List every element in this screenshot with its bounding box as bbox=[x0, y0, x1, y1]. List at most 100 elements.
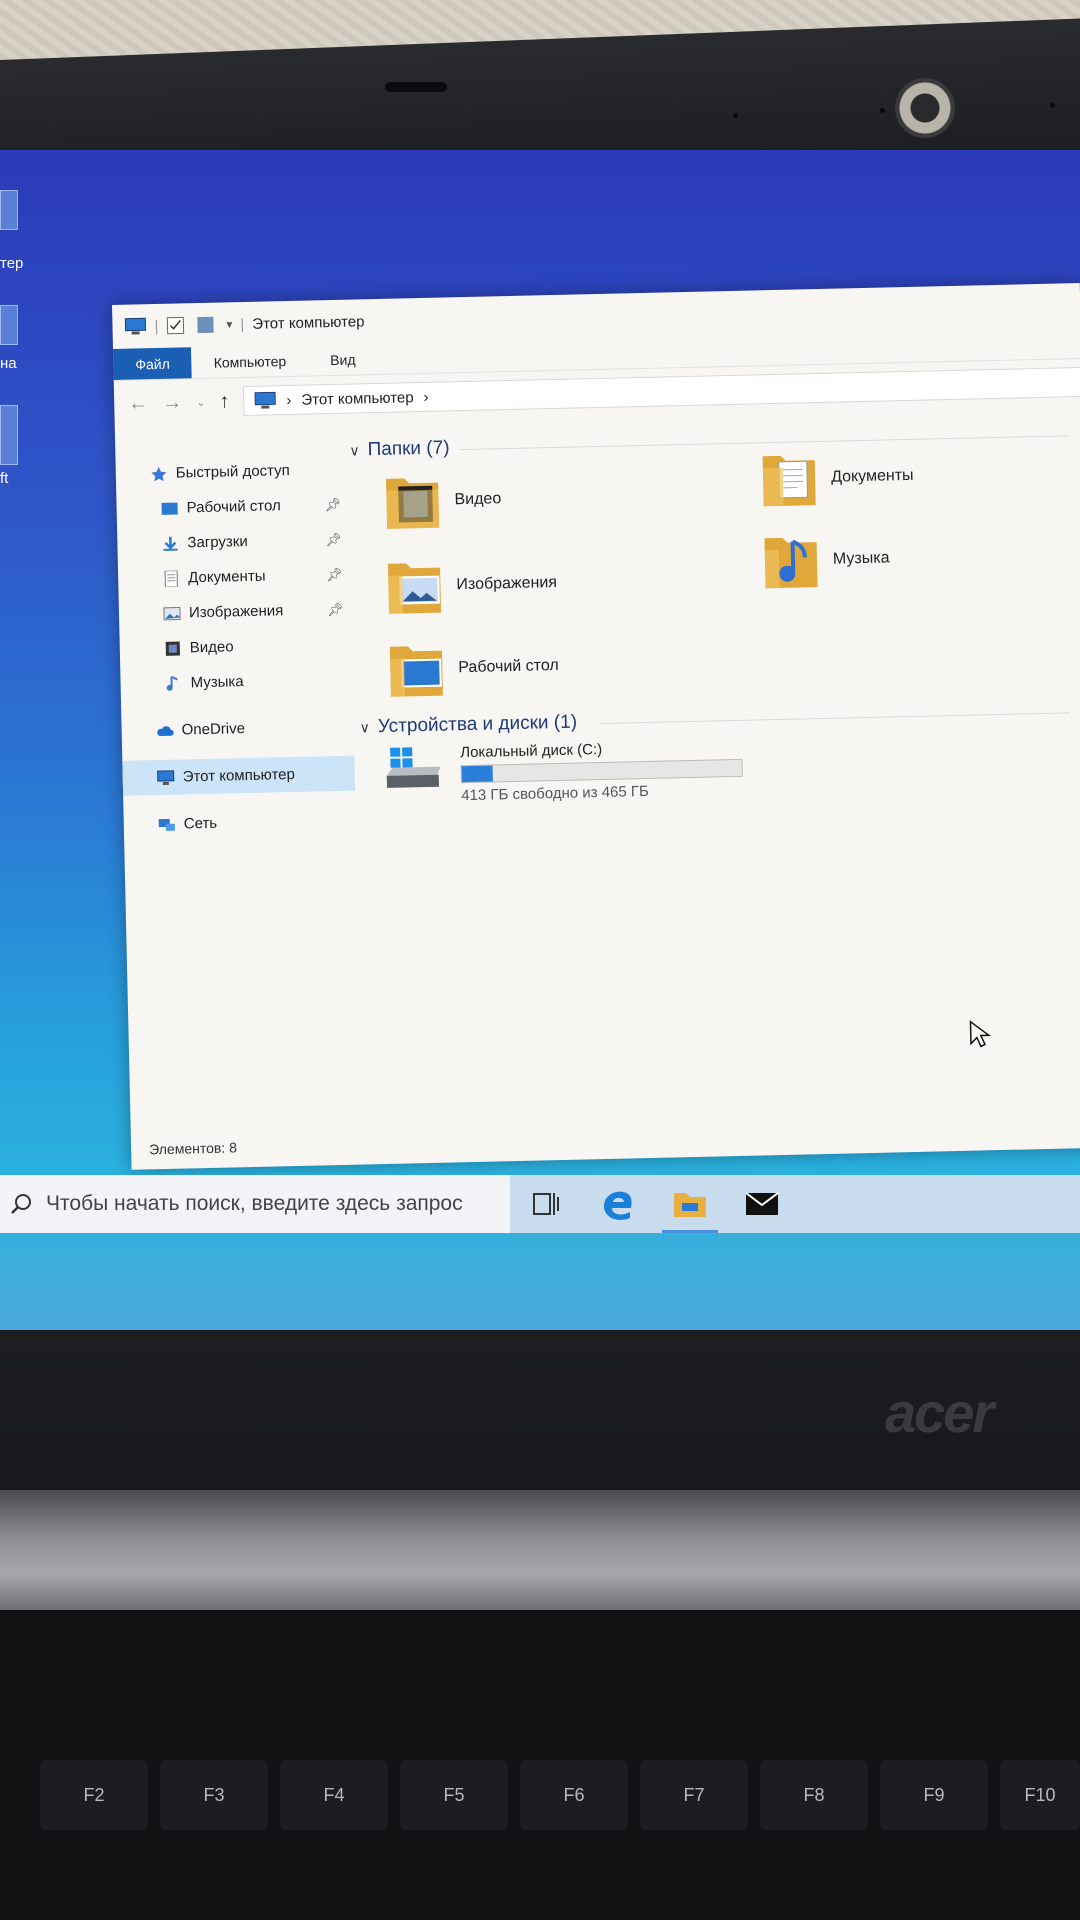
music-icon bbox=[166, 675, 178, 691]
folder-pictures[interactable]: Изображения bbox=[386, 554, 558, 616]
new-folder-icon[interactable] bbox=[196, 316, 218, 334]
drive-usage-fill bbox=[461, 765, 494, 783]
nav-item-videos[interactable]: Видео bbox=[119, 627, 352, 667]
folder-label: Изображения bbox=[456, 573, 558, 594]
status-bar-item-count: Элементов: 8 bbox=[148, 1139, 238, 1158]
laptop-hinge bbox=[0, 1490, 1080, 1610]
task-view-button[interactable] bbox=[510, 1175, 582, 1233]
computer-icon bbox=[254, 391, 277, 409]
key-f8[interactable]: F8 bbox=[760, 1760, 868, 1830]
nav-item-this-pc[interactable]: Этот компьютер bbox=[122, 755, 356, 796]
bezel-slot bbox=[385, 82, 447, 92]
key-f10[interactable]: F10 bbox=[1000, 1760, 1080, 1830]
properties-icon[interactable] bbox=[166, 316, 188, 335]
desktop-shortcut-label: ft bbox=[0, 470, 9, 487]
key-f3[interactable]: F3 bbox=[160, 1760, 268, 1830]
desktop-icon bbox=[161, 502, 178, 515]
desktop-shortcut-icon[interactable] bbox=[0, 190, 18, 230]
nav-label: OneDrive bbox=[181, 720, 246, 739]
breadcrumb-separator: › bbox=[286, 391, 292, 409]
nav-item-network[interactable]: Сеть bbox=[123, 803, 356, 843]
folder-desktop[interactable]: Рабочий стол bbox=[388, 637, 560, 699]
window-title: Этот компьютер bbox=[252, 312, 365, 333]
key-f4[interactable]: F4 bbox=[280, 1760, 388, 1830]
key-f6[interactable]: F6 bbox=[520, 1760, 628, 1830]
taskbar-search-box[interactable]: Чтобы начать поиск, введите здесь запрос bbox=[0, 1175, 510, 1233]
computer-icon bbox=[157, 769, 175, 785]
group-header-folders[interactable]: ∨ Папки (7) bbox=[349, 435, 1070, 461]
breadcrumb-separator[interactable]: › bbox=[423, 388, 428, 405]
folder-videos[interactable]: Видео bbox=[384, 470, 502, 531]
file-explorer-window: | ▾ | Этот компьютер Файл Компьютер Вид … bbox=[112, 283, 1080, 1170]
content-pane: ∨ Папки (7) Видео Документы Изображения … bbox=[349, 405, 1080, 1164]
pin-icon[interactable]: 📌︎ bbox=[326, 566, 343, 582]
file-explorer-taskbar-button[interactable] bbox=[654, 1175, 726, 1233]
customize-quick-access-icon[interactable]: ▾ bbox=[226, 317, 232, 331]
chevron-down-icon[interactable]: ∨ bbox=[349, 442, 360, 459]
bezel-dot bbox=[880, 108, 885, 113]
desktop-shortcut-icon[interactable] bbox=[0, 305, 18, 345]
folder-music[interactable]: Музыка bbox=[762, 529, 890, 590]
group-title: Папки (7) bbox=[367, 437, 450, 461]
nav-label: Музыка bbox=[190, 673, 244, 692]
computer-icon bbox=[124, 317, 147, 335]
file-explorer-icon bbox=[674, 1193, 706, 1217]
tab-view[interactable]: Вид bbox=[308, 343, 378, 376]
key-f9[interactable]: F9 bbox=[880, 1760, 988, 1830]
desktop-folder-icon bbox=[389, 646, 443, 697]
download-icon bbox=[163, 536, 178, 551]
taskbar: Чтобы начать поиск, введите здесь запрос bbox=[0, 1175, 1080, 1233]
mail-button[interactable] bbox=[726, 1175, 798, 1233]
edge-icon bbox=[604, 1191, 632, 1220]
group-title: Устройства и диски (1) bbox=[377, 711, 578, 738]
desktop-shortcut-icon[interactable] bbox=[0, 405, 18, 465]
tab-file[interactable]: Файл bbox=[112, 347, 193, 380]
bezel-dot bbox=[1050, 103, 1055, 108]
nav-label: Документы bbox=[188, 567, 266, 587]
music-folder-icon bbox=[764, 537, 818, 589]
pin-icon[interactable]: 📌︎ bbox=[327, 601, 344, 617]
keyboard: F2 F3 F4 F5 F6 F7 F8 F9 F10 bbox=[0, 1610, 1080, 1920]
up-arrow-icon[interactable]: ↑ bbox=[219, 390, 230, 413]
folder-label: Рабочий стол bbox=[458, 656, 559, 677]
nav-item-documents[interactable]: Документы 📌︎ bbox=[118, 557, 351, 597]
search-icon bbox=[11, 1194, 31, 1214]
task-view-icon bbox=[533, 1193, 559, 1215]
nav-item-onedrive[interactable]: OneDrive bbox=[121, 709, 354, 749]
edge-button[interactable] bbox=[582, 1175, 654, 1233]
nav-item-music[interactable]: Музыка bbox=[120, 662, 353, 702]
desktop-screen: тер на ft | ▾ | Этот компьютер Файл Комп… bbox=[0, 150, 1080, 1330]
chevron-down-icon[interactable]: ∨ bbox=[359, 719, 370, 736]
nav-item-pictures[interactable]: Изображения 📌︎ bbox=[119, 592, 352, 632]
search-placeholder: Чтобы начать поиск, введите здесь запрос bbox=[46, 1192, 463, 1215]
group-header-devices[interactable]: ∨ Устройства и диски (1) bbox=[359, 711, 1070, 739]
tab-computer[interactable]: Компьютер bbox=[191, 345, 308, 379]
pictures-icon bbox=[163, 606, 181, 620]
breadcrumb-this-pc[interactable]: Этот компьютер bbox=[301, 389, 414, 409]
drive-info: Локальный диск (C:) 413 ГБ свободно из 4… bbox=[460, 738, 743, 804]
drive-label: Локальный диск (C:) bbox=[460, 740, 603, 762]
key-f7[interactable]: F7 bbox=[640, 1760, 748, 1830]
documents-folder-icon bbox=[762, 455, 816, 507]
pin-icon[interactable]: 📌︎ bbox=[324, 496, 341, 512]
forward-arrow-icon[interactable]: → bbox=[162, 391, 183, 414]
mail-icon bbox=[745, 1192, 779, 1215]
key-f2[interactable]: F2 bbox=[40, 1760, 148, 1830]
recent-locations-icon[interactable]: ⌄ bbox=[196, 395, 205, 408]
webcam-icon bbox=[895, 78, 955, 138]
bezel-dot bbox=[733, 113, 738, 118]
pin-icon[interactable]: 📌︎ bbox=[325, 531, 342, 547]
video-icon bbox=[165, 641, 180, 656]
key-f5[interactable]: F5 bbox=[400, 1760, 508, 1830]
nav-item-quick-access[interactable]: Быстрый доступ bbox=[115, 452, 348, 492]
nav-item-downloads[interactable]: Загрузки 📌︎ bbox=[117, 522, 350, 562]
drive-c[interactable]: Локальный диск (C:) 413 ГБ свободно из 4… bbox=[382, 738, 743, 806]
folder-documents[interactable]: Документы bbox=[760, 447, 914, 508]
desktop-shortcut-label: тер bbox=[0, 255, 24, 272]
desktop-shortcut-label: на bbox=[0, 355, 17, 372]
nav-label: Рабочий стол bbox=[186, 497, 281, 517]
nav-item-desktop[interactable]: Рабочий стол 📌︎ bbox=[116, 487, 349, 527]
back-arrow-icon[interactable]: ← bbox=[128, 392, 149, 415]
nav-label: Изображения bbox=[188, 602, 284, 622]
folder-label: Документы bbox=[830, 466, 914, 486]
